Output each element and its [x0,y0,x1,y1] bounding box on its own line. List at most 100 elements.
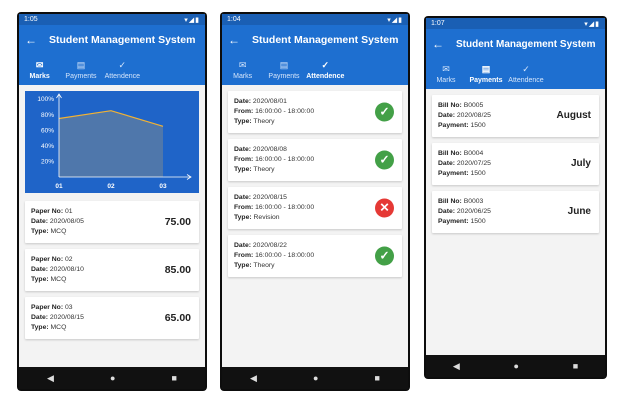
tab-label: Marks [29,72,50,80]
date-value: 2020/08/15 [252,194,287,201]
mark-card[interactable]: Paper No: 01 Date: 2020/08/05 Type: MCQ … [25,201,199,243]
date-value: 2020/08/22 [252,242,287,249]
tab-attendence[interactable]: ✓ Attendence [305,55,346,85]
score: 75.00 [164,216,191,228]
app-bar: ← Student Management System [426,29,605,59]
y-tick-label: 60% [41,127,54,134]
marks-chart: 20% 40% 60% 80% 100% 01 02 03 [25,91,199,193]
tab-marks[interactable]: ✉ Marks [222,55,263,85]
tab-marks[interactable]: ✉ Marks [19,55,60,85]
type-label: Type: [234,118,252,125]
type-value: Theory [253,262,275,269]
bill-value: B0004 [463,150,484,157]
type-value: MCQ [50,276,67,283]
payments-icon: ▤ [481,63,491,74]
payment-label: Payment: [438,218,469,225]
nav-back-icon[interactable]: ◀ [250,373,257,384]
month: July [570,158,591,169]
payment-card[interactable]: Bill No: B0003 Date: 2020/06/25 Payment:… [432,191,599,233]
type-value: MCQ [50,324,67,331]
y-tick-label: 80% [41,112,54,119]
x-tick-label: 03 [159,183,167,190]
from-value: 16:00:00 - 18:00:00 [255,108,315,115]
date-value: 2020/07/25 [456,160,491,167]
date-label: Date: [31,218,48,225]
android-nav-bar: ◀ ● ■ [426,355,605,377]
date-value: 2020/08/08 [252,146,287,153]
tab-label: Payments [65,72,97,80]
nav-back-icon[interactable]: ◀ [453,361,460,372]
payment-row: Payment: 1500 [438,169,593,179]
bill-value: B0005 [463,102,484,109]
check-circle-icon: ✓ [375,150,394,170]
phone-attendence: 1:04 ▾◢▮ ← Student Management System ✉ M… [220,12,410,391]
score: 85.00 [164,264,191,276]
y-tick-label: 40% [41,143,54,150]
from-row: From: 16:00:00 - 18:00:00 [234,203,396,213]
payment-card[interactable]: Bill No: B0004 Date: 2020/07/25 Payment:… [432,143,599,185]
nav-home-icon[interactable]: ● [313,373,318,383]
payment-row: Payment: 1500 [438,121,593,131]
tab-payments[interactable]: ▤ Payments [466,59,506,89]
type-value: Theory [253,118,275,125]
tab-attendence[interactable]: ✓ Attendence [506,59,546,89]
attendance-card[interactable]: Date: 2020/08/22 From: 16:00:00 - 18:00:… [228,235,402,277]
date-label: Date: [234,146,251,153]
mark-card[interactable]: Paper No: 03 Date: 2020/08/15 Type: MCQ … [25,297,199,339]
payment-label: Payment: [438,170,469,177]
paper-label: Paper No: [31,208,64,215]
payment-value: 1500 [470,170,486,177]
nav-home-icon[interactable]: ● [110,373,115,383]
nav-recents-icon[interactable]: ■ [375,373,380,383]
app-title: Student Management System [49,34,196,46]
screen: 1:07 ▾◢▮ ← Student Management System ✉ M… [426,18,605,377]
tab-payments[interactable]: ▤ Payments [60,55,101,85]
mark-card[interactable]: Paper No: 02 Date: 2020/08/10 Type: MCQ … [25,249,199,291]
status-bar: 1:07 ▾◢▮ [426,18,605,29]
tab-bar: ✉ Marks ▤ Payments ✓ Attendence [426,59,605,89]
nav-back-icon[interactable]: ◀ [47,373,54,384]
signal-icon: ▾◢▮ [387,16,403,24]
from-label: From: [234,108,254,115]
type-label: Type: [31,324,49,331]
type-label: Type: [234,262,252,269]
back-arrow-icon[interactable]: ← [228,34,246,46]
back-arrow-icon[interactable]: ← [432,38,450,50]
from-value: 16:00:00 - 18:00:00 [255,204,315,211]
date-label: Date: [438,112,455,119]
type-row: Type: Theory [234,261,396,271]
month: August [556,110,591,121]
tab-attendence[interactable]: ✓ Attendence [102,55,143,85]
mail-icon: ✉ [35,59,44,70]
attendance-card[interactable]: Date: 2020/08/15 From: 16:00:00 - 18:00:… [228,187,402,229]
score: 65.00 [164,312,191,324]
type-value: Revision [253,214,280,221]
paper-value: 02 [65,256,73,263]
phone-payments: 1:07 ▾◢▮ ← Student Management System ✉ M… [424,16,607,379]
screen: 1:04 ▾◢▮ ← Student Management System ✉ M… [222,14,408,389]
bill-label: Bill No: [438,150,462,157]
signal-icon: ▾◢▮ [584,20,600,28]
x-tick-label: 01 [55,183,63,190]
attendance-card[interactable]: Date: 2020/08/08 From: 16:00:00 - 18:00:… [228,139,402,181]
from-value: 16:00:00 - 18:00:00 [255,252,315,259]
date-label: Date: [234,194,251,201]
payment-card[interactable]: Bill No: B0005 Date: 2020/08/25 Payment:… [432,95,599,137]
nav-recents-icon[interactable]: ■ [573,361,578,371]
app-title: Student Management System [456,38,596,50]
type-row: Type: MCQ [31,323,193,333]
from-row: From: 16:00:00 - 18:00:00 [234,155,396,165]
date-label: Date: [31,266,48,273]
nav-recents-icon[interactable]: ■ [172,373,177,383]
from-label: From: [234,204,254,211]
tab-marks[interactable]: ✉ Marks [426,59,466,89]
date-row: Date: 2020/08/01 [234,97,396,107]
status-time: 1:05 [24,16,38,23]
back-arrow-icon[interactable]: ← [25,34,43,46]
type-value: MCQ [50,228,67,235]
check-circle-icon: ✓ [375,246,394,266]
nav-home-icon[interactable]: ● [514,361,519,371]
attendance-card[interactable]: Date: 2020/08/01 From: 16:00:00 - 18:00:… [228,91,402,133]
date-value: 2020/06/25 [456,208,491,215]
tab-payments[interactable]: ▤ Payments [263,55,304,85]
